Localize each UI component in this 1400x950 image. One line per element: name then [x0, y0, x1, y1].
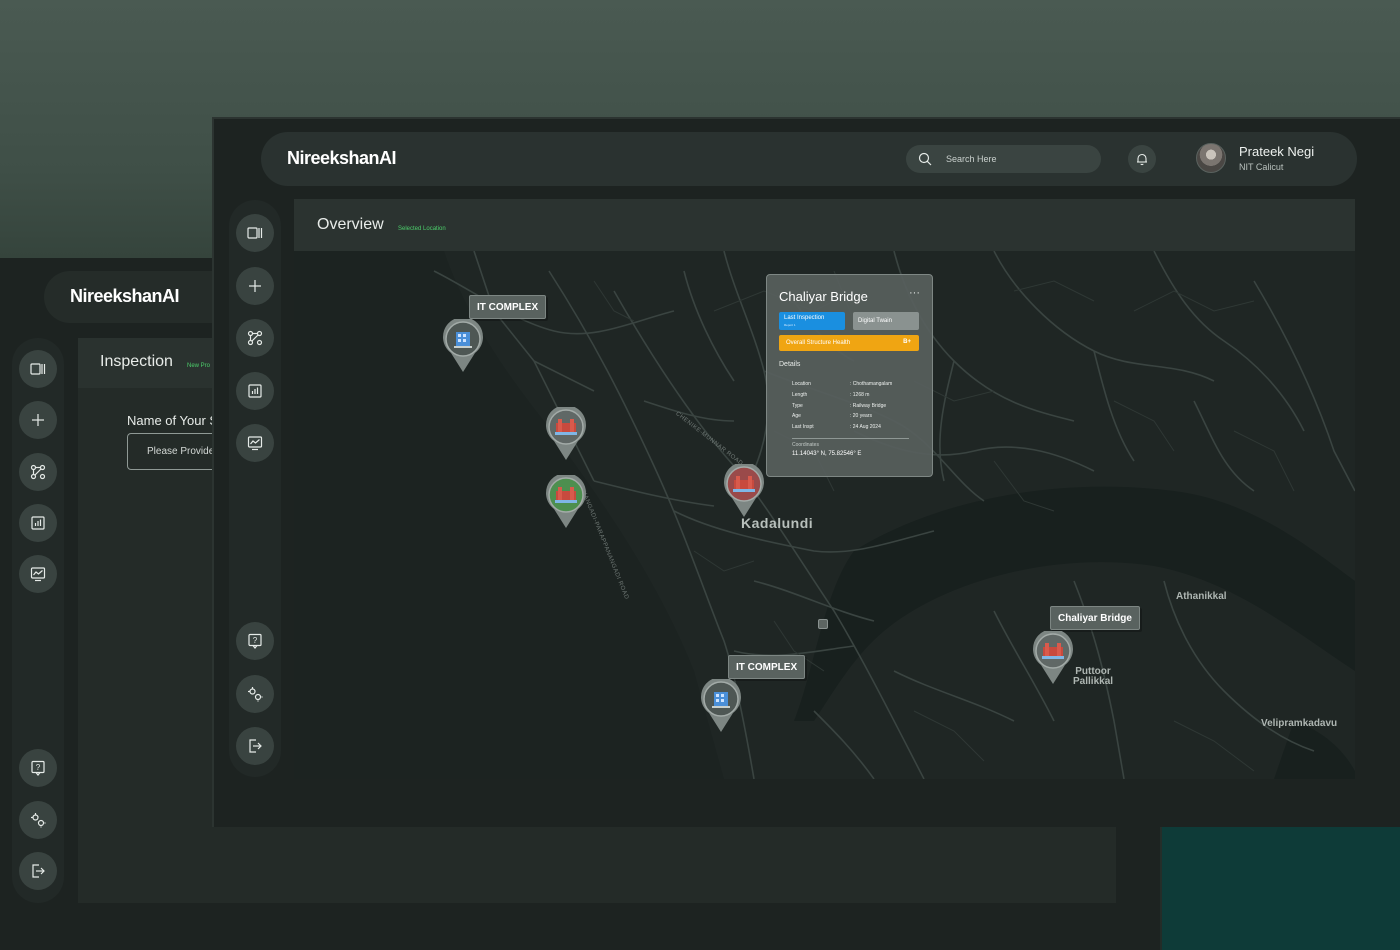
coordinates-value: 11.14043° N, 75.82546° E	[792, 451, 862, 457]
more-options-icon[interactable]: ···	[909, 287, 920, 299]
detail-value: : 20 years	[850, 413, 872, 419]
tab-digital-twin[interactable]: Digital Twain	[853, 312, 919, 330]
bell-icon	[1137, 153, 1147, 166]
plus-icon[interactable]	[236, 267, 274, 305]
user-org: NIT Calicut	[1239, 162, 1284, 172]
sidebar: ?	[229, 200, 281, 777]
tab-digital-twin-label: Digital Twain	[858, 318, 892, 324]
tab-last-inspection-sub: Report 1	[784, 323, 796, 327]
detail-key: Last Inspt	[792, 424, 814, 430]
main-window: NireekshanAI Search Here Prateek Negi NI…	[212, 117, 1400, 827]
detail-value: : Railway Bridge	[850, 403, 887, 409]
avatar[interactable]	[1196, 143, 1226, 173]
page-title: Overview	[317, 216, 384, 233]
bridge-pin-green[interactable]	[545, 473, 587, 529]
map-tag-it-complex[interactable]: IT COMPLEX	[728, 655, 806, 679]
background-accent-block	[1162, 827, 1400, 950]
detail-key: Length	[792, 392, 808, 398]
app-logo[interactable]: NireekshanAI	[70, 286, 180, 307]
map-poi-marker[interactable]	[818, 619, 828, 629]
search-input[interactable]: Search Here	[906, 145, 1101, 173]
bridge-pin[interactable]	[1032, 629, 1074, 685]
place-label-velipramkadavu: Velipramkadavu	[1261, 718, 1338, 729]
bridge-pin-selected[interactable]	[723, 462, 765, 518]
detail-value: : 1268 m	[850, 392, 870, 398]
building-pin[interactable]	[442, 317, 484, 373]
detail-value: : 24 Aug 2024	[850, 424, 881, 430]
plus-icon[interactable]	[19, 401, 57, 439]
inspection-title: Inspection	[100, 353, 173, 370]
settings-icon[interactable]	[19, 801, 57, 839]
logout-icon[interactable]	[236, 727, 274, 765]
structure-health-label: Overall Structure Health	[786, 340, 851, 346]
flow-icon[interactable]	[19, 453, 57, 491]
map-tag-chaliyar-bridge[interactable]: Chaliyar Bridge	[1050, 606, 1140, 630]
detail-value: : Chothamangalam	[850, 381, 893, 387]
top-header: NireekshanAI Search Here Prateek Negi NI…	[261, 132, 1357, 186]
notifications-button[interactable]	[1128, 145, 1156, 173]
building-pin[interactable]	[700, 677, 742, 733]
card-title: Chaliyar Bridge	[779, 289, 868, 304]
inspection-badge: New Pro	[187, 363, 211, 369]
structure-health-value: B+	[903, 339, 911, 345]
overview-panel: Overview Selected Location Kadalundi Ath…	[294, 199, 1355, 779]
report-icon[interactable]	[19, 504, 57, 542]
svg-text:?: ?	[36, 763, 41, 772]
card-divider	[792, 438, 909, 439]
help-icon[interactable]: ?	[19, 749, 57, 787]
app-logo[interactable]: NireekshanAI	[287, 148, 397, 169]
map-tag-it-complex[interactable]: IT COMPLEX	[469, 295, 547, 319]
coordinates-label: Coordinates	[792, 442, 819, 448]
panel-icon[interactable]	[19, 350, 57, 388]
details-heading: Details	[779, 361, 801, 368]
back-sidebar: ?	[12, 338, 64, 903]
settings-icon[interactable]	[236, 675, 274, 713]
panel-icon[interactable]	[236, 214, 274, 252]
detail-key: Type	[792, 403, 803, 409]
search-placeholder: Search Here	[946, 154, 997, 164]
svg-text:?: ?	[253, 636, 258, 645]
flow-icon[interactable]	[236, 319, 274, 357]
monitor-chart-icon[interactable]	[19, 555, 57, 593]
monitor-chart-icon[interactable]	[236, 424, 274, 462]
tab-last-inspection[interactable]: Last Inspection Report 1	[779, 312, 845, 330]
place-label-athanikkal: Athanikkal	[1176, 591, 1227, 602]
place-label-puttoor: Puttoor Pallikkal	[1073, 667, 1113, 687]
logout-icon[interactable]	[19, 852, 57, 890]
detail-key: Location	[792, 381, 811, 387]
report-icon[interactable]	[236, 372, 274, 410]
help-icon[interactable]: ?	[236, 622, 274, 660]
structure-health-bar[interactable]: Overall Structure Health B+	[779, 335, 919, 351]
map[interactable]: Kadalundi Athanikkal Puttoor Pallikkal V…	[294, 251, 1355, 779]
tab-last-inspection-label: Last Inspection	[784, 315, 825, 321]
overview-header: Overview Selected Location	[294, 199, 1355, 251]
name-field-label: Name of Your S	[127, 413, 219, 428]
selected-location-label: Selected Location	[398, 226, 446, 232]
search-icon	[918, 152, 932, 166]
place-label-puttoor-line2: Pallikkal	[1073, 676, 1114, 687]
user-name[interactable]: Prateek Negi	[1239, 144, 1314, 159]
bridge-pin[interactable]	[545, 405, 587, 461]
location-info-card: Chaliyar Bridge ··· Last Inspection Repo…	[766, 274, 933, 477]
detail-key: Age	[792, 413, 801, 419]
